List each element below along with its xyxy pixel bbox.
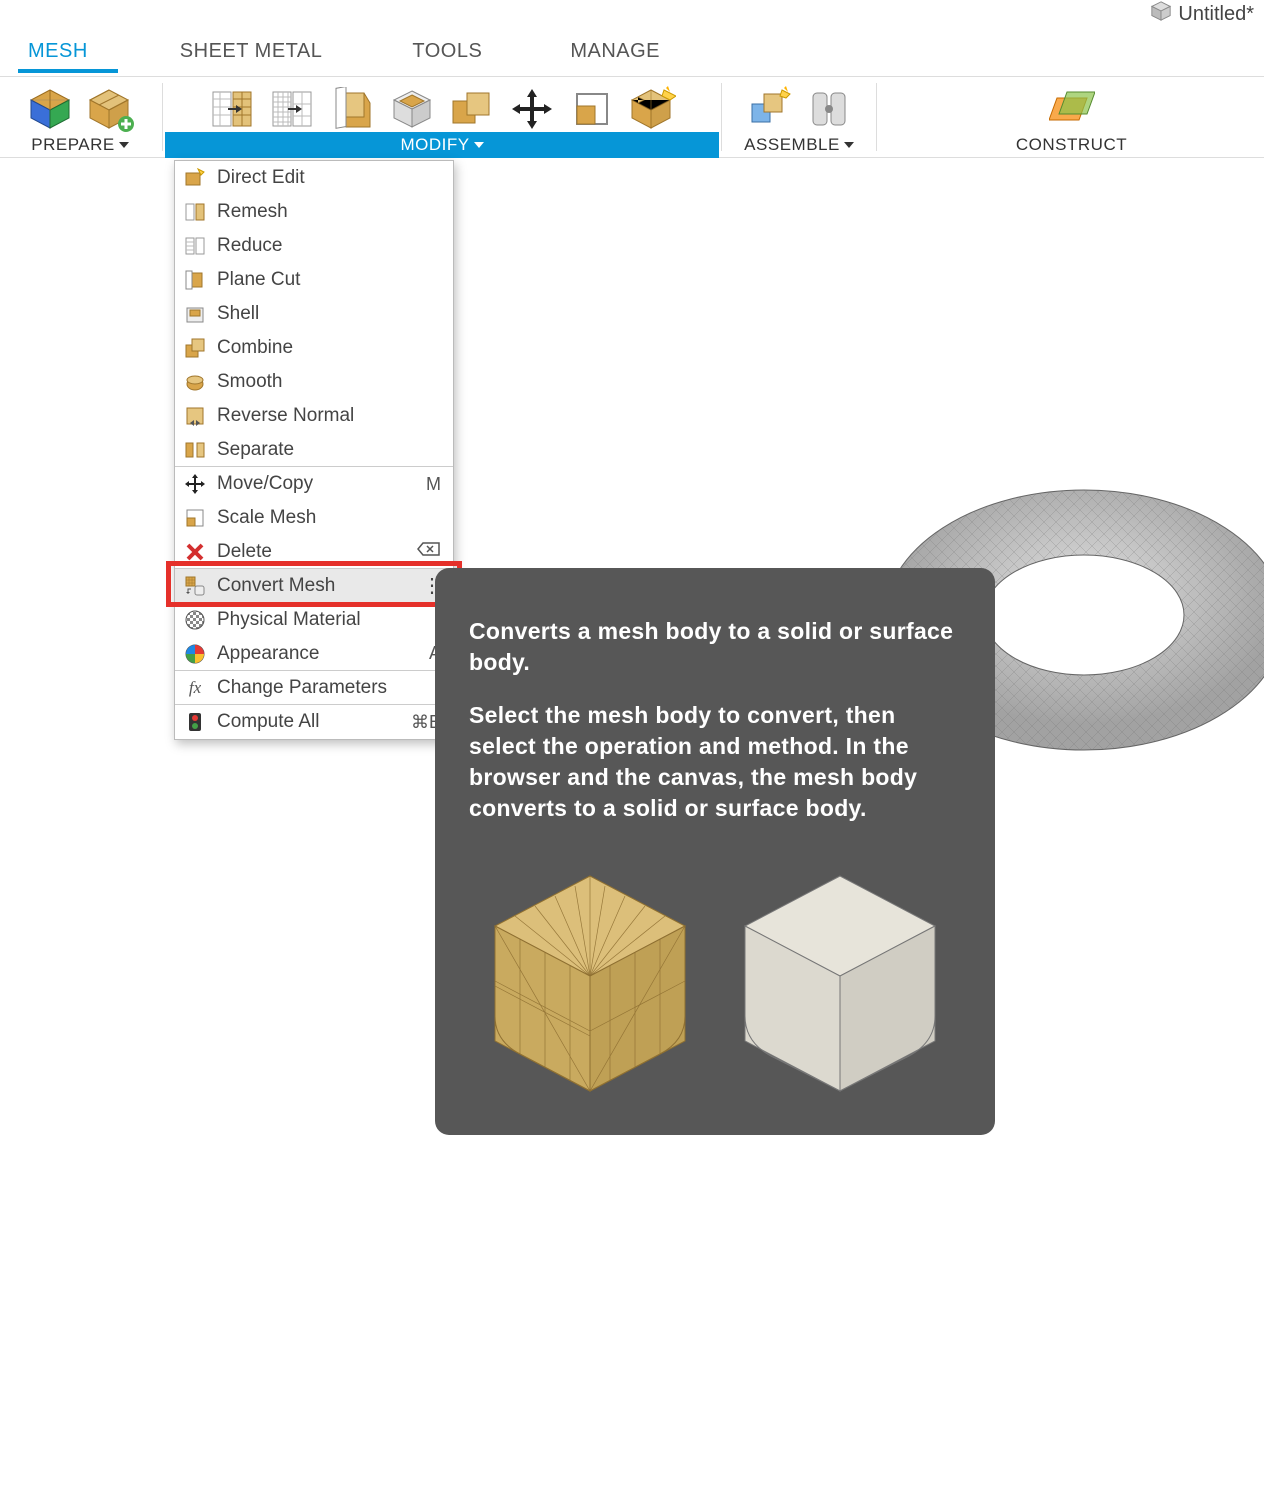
menu-compute-all[interactable]: Compute All ⌘B (175, 705, 453, 739)
separator (721, 83, 722, 151)
window-title: Untitled* (1150, 0, 1254, 28)
separator (876, 83, 877, 151)
solid-cube-icon (725, 866, 955, 1101)
menu-label: Combine (217, 337, 441, 359)
menu-label: Plane Cut (217, 269, 441, 291)
fx-icon: fx (183, 676, 207, 700)
convert-mesh-small-icon (183, 574, 207, 598)
construct-plane-icon[interactable] (1048, 85, 1096, 133)
reduce-icon[interactable] (268, 85, 316, 133)
menu-convert-mesh[interactable]: Convert Mesh ⋮ (175, 569, 453, 603)
move-small-icon (183, 472, 207, 496)
modify-label: MODIFY (400, 135, 469, 155)
caret-down-icon (119, 142, 129, 148)
menu-reverse-normal[interactable]: Reverse Normal (175, 399, 453, 433)
tooltip-summary: Converts a mesh body to a solid or surfa… (469, 616, 961, 678)
convert-mesh-icon[interactable] (628, 85, 676, 133)
physical-material-icon (183, 608, 207, 632)
mesh-cube-icon (475, 866, 705, 1101)
tab-sheet-metal[interactable]: SHEET METAL (170, 34, 353, 73)
menu-change-parameters[interactable]: fx Change Parameters (175, 671, 453, 705)
separator (162, 83, 163, 151)
menu-label: Smooth (217, 371, 441, 393)
tessellate-icon[interactable] (26, 85, 74, 133)
scale-icon[interactable] (568, 85, 616, 133)
plane-cut-icon[interactable] (328, 85, 376, 133)
combine-small-icon (183, 336, 207, 360)
tooltip-illustration (469, 846, 961, 1101)
menu-label: Change Parameters (217, 677, 441, 699)
remesh-small-icon (183, 200, 207, 224)
menu-label: Appearance (217, 643, 419, 665)
menu-label: Scale Mesh (217, 507, 441, 529)
menu-label: Reduce (217, 235, 441, 257)
document-cube-icon (1150, 0, 1172, 28)
menu-label: Separate (217, 439, 441, 461)
menu-shell[interactable]: Shell (175, 297, 453, 331)
shell-small-icon (183, 302, 207, 326)
separate-icon (183, 438, 207, 462)
insert-mesh-icon[interactable] (86, 85, 134, 133)
smooth-small-icon (183, 370, 207, 394)
menu-scale-mesh[interactable]: Scale Mesh (175, 501, 453, 535)
ribbon-group-modify[interactable]: MODIFY (165, 132, 719, 158)
ribbon: PREPARE (0, 76, 1264, 158)
menu-appearance[interactable]: Appearance A (175, 637, 453, 671)
compute-all-icon (183, 710, 207, 734)
assemble-new-icon[interactable] (745, 85, 793, 133)
menu-label: Remesh (217, 201, 441, 223)
menu-delete[interactable]: Delete (175, 535, 453, 569)
menu-remesh[interactable]: Remesh (175, 195, 453, 229)
tab-mesh[interactable]: MESH (18, 34, 118, 73)
shortcut-label: M (426, 474, 441, 495)
delete-key-icon (417, 541, 441, 562)
tab-manage[interactable]: MANAGE (560, 34, 690, 73)
menu-smooth[interactable]: Smooth (175, 365, 453, 399)
move-icon[interactable] (508, 85, 556, 133)
prepare-label: PREPARE (31, 135, 115, 155)
ribbon-group-prepare[interactable]: PREPARE (21, 132, 139, 158)
menu-label: Reverse Normal (217, 405, 441, 427)
scale-small-icon (183, 506, 207, 530)
combine-icon[interactable] (448, 85, 496, 133)
menu-label: Physical Material (217, 609, 441, 631)
menu-separate[interactable]: Separate (175, 433, 453, 467)
assemble-label: ASSEMBLE (744, 135, 840, 155)
appearance-icon (183, 642, 207, 666)
direct-edit-icon (183, 166, 207, 190)
document-title: Untitled* (1178, 3, 1254, 26)
caret-down-icon (844, 142, 854, 148)
delete-icon (183, 540, 207, 564)
plane-cut-small-icon (183, 268, 207, 292)
joint-icon[interactable] (805, 85, 853, 133)
menu-label: Compute All (217, 711, 401, 733)
menu-physical-material[interactable]: Physical Material (175, 603, 453, 637)
menu-combine[interactable]: Combine (175, 331, 453, 365)
reverse-normal-icon (183, 404, 207, 428)
construct-label: CONSTRUCT (1016, 135, 1127, 155)
menu-label: Delete (217, 541, 407, 563)
menu-reduce[interactable]: Reduce (175, 229, 453, 263)
menu-plane-cut[interactable]: Plane Cut (175, 263, 453, 297)
tooltip-convert-mesh: Converts a mesh body to a solid or surfa… (435, 568, 995, 1135)
caret-down-icon (474, 142, 484, 148)
tooltip-description: Select the mesh body to convert, then se… (469, 700, 961, 824)
menu-move-copy[interactable]: Move/Copy M (175, 467, 453, 501)
menu-label: Direct Edit (217, 167, 441, 189)
shell-icon[interactable] (388, 85, 436, 133)
tab-tools[interactable]: TOOLS (402, 34, 512, 73)
reduce-small-icon (183, 234, 207, 258)
remesh-icon[interactable] (208, 85, 256, 133)
menu-label: Move/Copy (217, 473, 416, 495)
workspace-tabs: MESH SHEET METAL TOOLS MANAGE (0, 34, 1264, 73)
ribbon-group-assemble[interactable]: ASSEMBLE (734, 132, 864, 158)
modify-dropdown: Direct Edit Remesh Reduce Plane Cut Shel… (174, 160, 454, 740)
menu-label: Shell (217, 303, 441, 325)
ribbon-group-construct[interactable]: CONSTRUCT (1006, 132, 1137, 158)
menu-direct-edit[interactable]: Direct Edit (175, 161, 453, 195)
menu-label: Convert Mesh (217, 575, 412, 597)
